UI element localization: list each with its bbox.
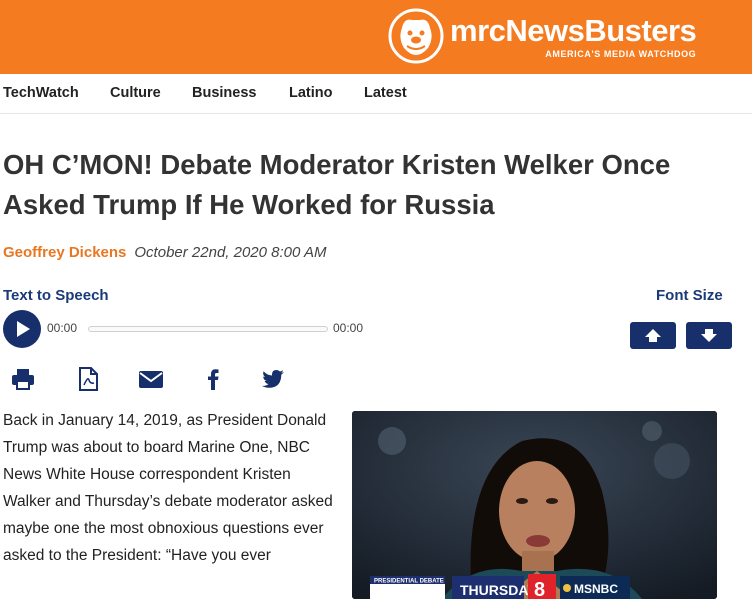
current-time: 00:00 [47, 321, 78, 335]
logo-prefix: mrc [450, 12, 506, 48]
banner-left-text: PRESIDENTIAL DEBATE [374, 579, 444, 585]
article-photo[interactable]: PRESIDENTIAL DEBATE THURSDAY 8 MSNBC [352, 411, 717, 599]
facebook-icon[interactable] [200, 366, 226, 392]
banner-time-text: 8 [534, 579, 545, 599]
play-icon [17, 321, 30, 337]
logo-tagline: AMERICA'S MEDIA WATCHDOG [545, 48, 697, 59]
nav-item-latino[interactable]: Latino [289, 85, 333, 101]
logo-name: NewsBusters [505, 12, 697, 48]
debate-photo-image: PRESIDENTIAL DEBATE THURSDAY 8 MSNBC [352, 411, 717, 599]
arrow-down-icon [701, 329, 717, 342]
author-link[interactable]: Geoffrey Dickens [3, 244, 126, 261]
article-body: Back in January 14, 2019, as President D… [3, 407, 338, 569]
arrow-up-icon [645, 329, 661, 342]
text-to-speech-label: Text to Speech [3, 287, 109, 304]
print-icon[interactable] [10, 366, 36, 392]
nav-item-business[interactable]: Business [192, 85, 256, 101]
play-button[interactable] [3, 310, 41, 348]
twitter-icon[interactable] [260, 366, 286, 392]
article-paragraph: Back in January 14, 2019, as President D… [3, 412, 333, 564]
nav-item-techwatch[interactable]: TechWatch [3, 85, 79, 101]
nav-item-culture[interactable]: Culture [110, 85, 161, 101]
font-decrease-button[interactable] [686, 322, 732, 349]
font-size-label: Font Size [656, 287, 723, 304]
peacock-icon [563, 584, 571, 592]
nav-item-latest[interactable]: Latest [364, 85, 407, 101]
audio-progress-slider[interactable] [88, 326, 328, 332]
banner-day-text: THURSDAY [460, 582, 537, 598]
bulldog-logo-icon [388, 8, 444, 64]
pdf-icon[interactable] [75, 366, 101, 392]
byline: Geoffrey Dickens October 22nd, 2020 8:00 … [3, 244, 326, 261]
font-increase-button[interactable] [630, 322, 676, 349]
main-nav: TechWatch Culture Business Latino Latest [0, 74, 752, 114]
article-title: OH C’MON! Debate Moderator Kristen Welke… [3, 149, 671, 220]
site-header: mrcNewsBusters AMERICA'S MEDIA WATCHDOG [0, 0, 752, 74]
email-icon[interactable] [138, 366, 164, 392]
duration-time: 00:00 [333, 321, 364, 335]
publish-date: October 22nd, 2020 8:00 AM [134, 244, 327, 261]
banner-network-text: MSNBC [574, 582, 618, 596]
site-logo[interactable]: mrcNewsBusters AMERICA'S MEDIA WATCHDOG [388, 8, 697, 64]
